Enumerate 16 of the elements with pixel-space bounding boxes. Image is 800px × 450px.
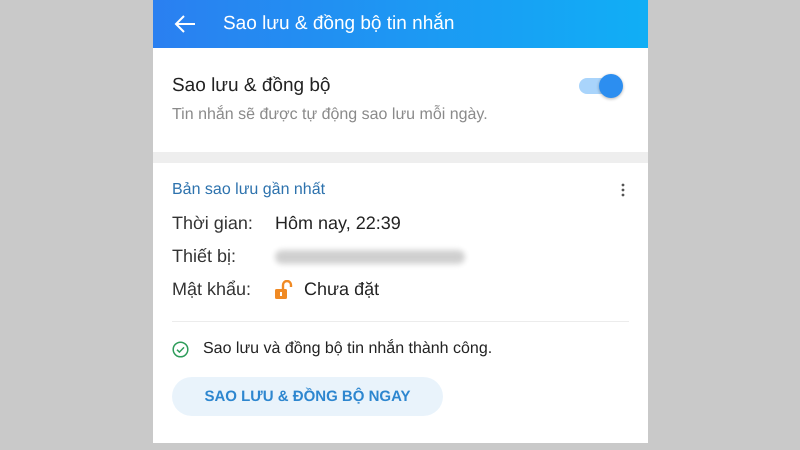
setting-description: Tin nhắn sẽ được tự động sao lưu mỗi ngày. [172,106,489,124]
backup-now-button[interactable]: SAO LƯU & ĐỒNG BỘ NGAY [172,377,443,416]
field-value: Hôm nay, 22:39 [275,213,401,234]
status-message: Sao lưu và đồng bộ tin nhắn thành công. [203,340,492,358]
unlocked-padlock-icon [275,280,293,300]
back-arrow-icon[interactable] [173,14,197,34]
field-label: Thời gian: [172,213,254,234]
check-circle-icon [172,340,189,358]
more-options-icon[interactable] [621,183,625,197]
field-label: Mật khẩu: [172,279,252,300]
field-value: Chưa đặt [304,279,380,300]
toggle-switch[interactable] [577,74,623,98]
setting-label: Sao lưu & đồng bộ [172,75,331,97]
section-title: Bản sao lưu gần nhất [172,181,326,199]
screen-title: Sao lưu & đồng bộ tin nhắn [223,13,454,35]
field-label: Thiết bị: [172,246,238,267]
